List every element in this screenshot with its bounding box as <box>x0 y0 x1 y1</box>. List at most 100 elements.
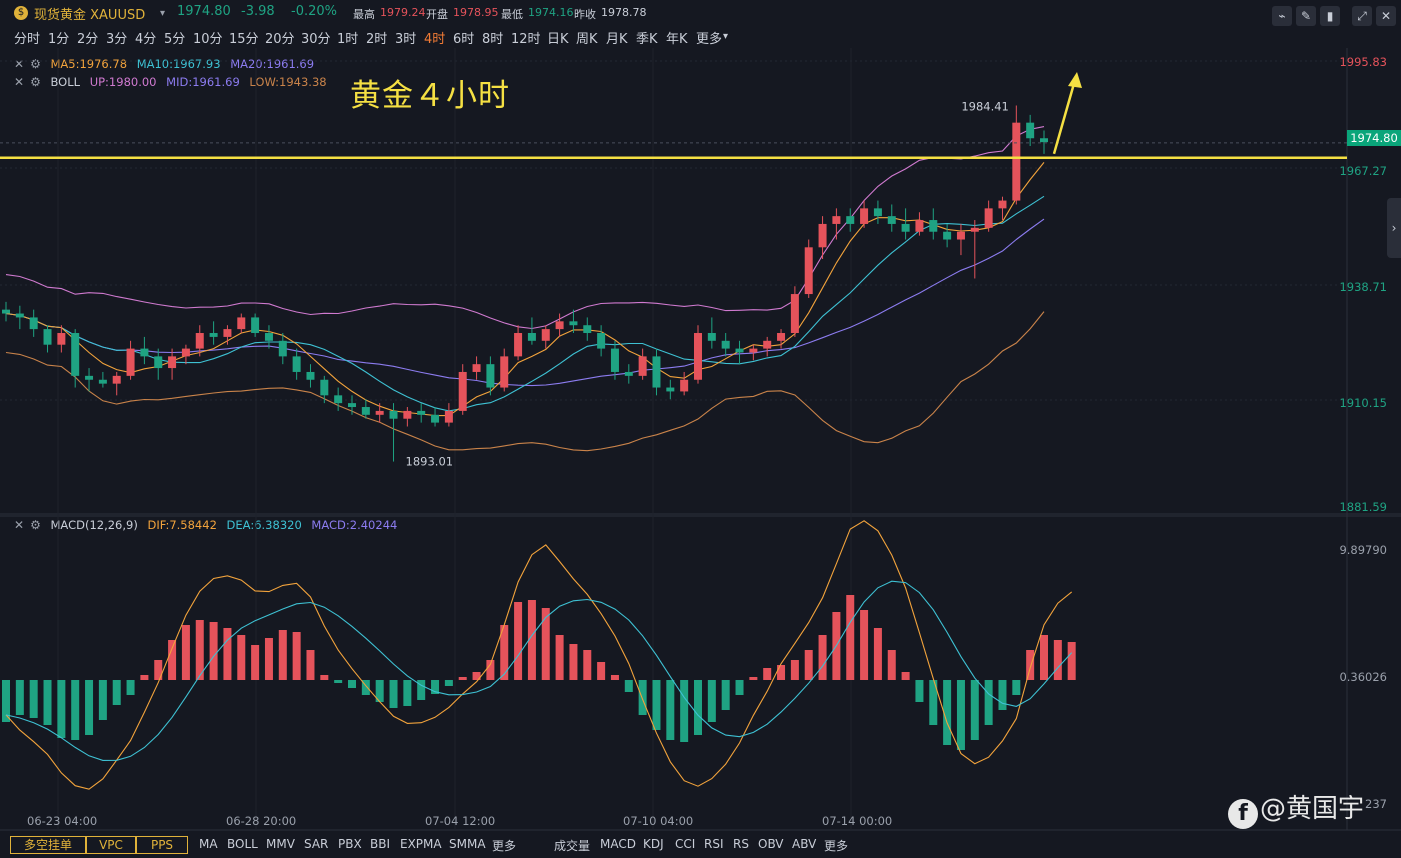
main-indicator-1[interactable]: BOLL <box>227 837 258 851</box>
candle-body <box>915 220 924 232</box>
sub-indicator-2[interactable]: KDJ <box>643 837 664 851</box>
macd-histogram-bar <box>140 675 149 680</box>
candle-body <box>154 356 163 369</box>
macd-histogram-bar <box>790 660 799 680</box>
macd-histogram-bar <box>98 680 107 720</box>
candle-body <box>1026 122 1035 139</box>
candle-body <box>71 333 80 376</box>
candle-body <box>278 340 287 357</box>
macd-histogram-bar <box>610 675 619 680</box>
main-indicator-5[interactable]: BBI <box>370 837 390 851</box>
sub-indicator-0[interactable]: 成交量 <box>554 837 590 854</box>
macd-histogram-bar <box>71 680 80 740</box>
sub-indicator-7[interactable]: ABV <box>792 837 816 851</box>
candle-body <box>292 356 301 372</box>
candle-body <box>555 321 564 330</box>
sub-indicator-5[interactable]: RS <box>733 837 749 851</box>
macd-histogram-bar <box>624 680 633 692</box>
candle-body <box>458 371 467 411</box>
macd-histogram-bar <box>749 677 758 680</box>
watermark: f @黄国宇 <box>1228 788 1364 829</box>
macd-histogram-bar <box>278 630 287 680</box>
candle-body <box>417 410 426 415</box>
sub-indicator-8[interactable]: 更多 <box>824 837 848 854</box>
macd-histogram-bar <box>569 644 578 680</box>
price-chart[interactable]: 1984.41 1893.01 <box>0 0 1401 858</box>
candle-body <box>610 348 619 372</box>
sub-indicator-4[interactable]: RSI <box>704 837 724 851</box>
macd-axis-label: 9.89790 <box>1339 543 1387 557</box>
candle-body <box>860 208 869 224</box>
macd-histogram-bar <box>209 622 218 680</box>
macd-histogram-bar <box>638 680 647 715</box>
candle-body <box>237 317 246 330</box>
macd-histogram-bar <box>680 680 689 742</box>
macd-axis-label: 0.36026 <box>1339 670 1387 684</box>
candle-body <box>998 200 1007 209</box>
macd-histogram-bar <box>735 680 744 695</box>
candle-body <box>569 321 578 326</box>
date-axis-label: 07-04 12:00 <box>425 814 496 828</box>
candle-body <box>195 333 204 349</box>
candle-body <box>527 333 536 341</box>
main-indicator-2[interactable]: MMV <box>266 837 295 851</box>
candle-body <box>832 216 841 224</box>
candle-body <box>500 356 509 388</box>
sub-indicator-3[interactable]: CCI <box>675 837 695 851</box>
macd-axis-label: 237 <box>1365 797 1387 811</box>
macd-histogram-bar <box>818 635 827 680</box>
date-axis-label: 06-28 20:00 <box>226 814 297 828</box>
macd-histogram-bar <box>348 680 356 688</box>
macd-histogram-bar <box>1012 680 1021 695</box>
candle-body <box>403 410 412 419</box>
candle-body <box>707 333 716 341</box>
candle-body <box>763 340 772 349</box>
candle-body <box>444 410 453 423</box>
macd-histogram-bar <box>389 680 398 708</box>
macd-histogram-bar <box>29 680 38 718</box>
candle-body <box>486 364 495 388</box>
macd-histogram-bar <box>860 610 869 680</box>
macd-histogram-bar <box>251 645 260 680</box>
candle-body <box>846 216 855 224</box>
candle-body <box>57 333 66 345</box>
candle-body <box>85 375 94 380</box>
candle-body <box>98 379 107 384</box>
bottom-box-2[interactable]: PPS <box>136 836 188 854</box>
macd-histogram-bar <box>583 650 592 680</box>
macd-histogram-bar <box>1053 640 1062 680</box>
main-indicator-7[interactable]: SMMA <box>449 837 486 851</box>
date-axis-label: 07-10 04:00 <box>623 814 694 828</box>
macd-histogram-bar <box>1026 650 1035 680</box>
sub-indicator-1[interactable]: MACD <box>600 837 636 851</box>
main-indicator-6[interactable]: EXPMA <box>400 837 442 851</box>
indicator-bar: 多空挂单 VPC PPS MA BOLL MMV SAR PBX BBI EXPMA SMMA 更多 成… <box>0 834 1401 858</box>
macd-histogram-bar <box>998 680 1007 710</box>
candle-body <box>223 329 232 337</box>
macd-histogram-bar <box>804 650 813 680</box>
candle-body <box>694 333 702 380</box>
candle-body <box>929 220 938 232</box>
main-indicator-3[interactable]: SAR <box>304 837 328 851</box>
candle-body <box>361 407 370 415</box>
candle-body <box>320 379 329 396</box>
boll-lower-line <box>5 311 1045 452</box>
sub-indicator-6[interactable]: OBV <box>758 837 784 851</box>
candle-body <box>126 348 135 376</box>
main-indicator-8[interactable]: 更多 <box>492 837 516 854</box>
macd-histogram-bar <box>541 608 550 680</box>
candle-body <box>984 208 993 228</box>
macd-histogram-bar <box>873 628 882 680</box>
price-axis-label: 1938.71 <box>1339 280 1387 294</box>
candle-body <box>112 375 121 384</box>
macd-histogram-bar <box>846 595 855 680</box>
main-indicator-0[interactable]: MA <box>199 837 218 851</box>
macd-histogram-bar <box>444 680 453 686</box>
bottom-box-1[interactable]: VPC <box>86 836 136 854</box>
side-panel-toggle-icon[interactable]: › <box>1387 198 1401 258</box>
price-axis-label: 1910.15 <box>1339 396 1387 410</box>
macd-histogram-bar <box>915 680 924 702</box>
main-indicator-4[interactable]: PBX <box>338 837 362 851</box>
date-axis-label: 06-23 04:00 <box>27 814 98 828</box>
bottom-box-0[interactable]: 多空挂单 <box>10 836 86 854</box>
